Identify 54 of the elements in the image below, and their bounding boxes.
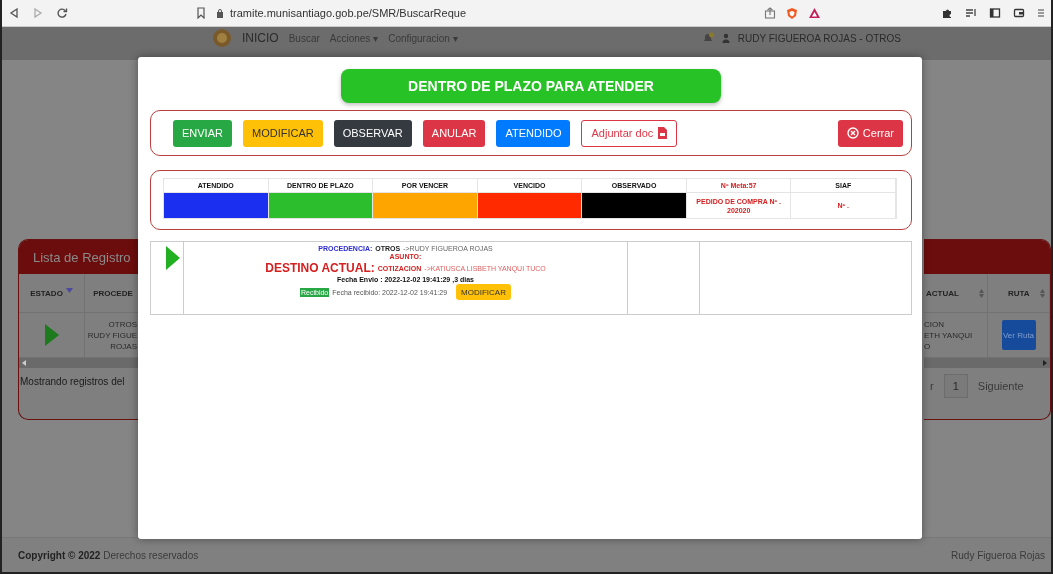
page-button[interactable]: 1 (943, 374, 968, 398)
bookmark-icon[interactable] (196, 7, 206, 19)
logo-icon[interactable] (212, 28, 232, 48)
column-header[interactable]: PROCEDE (85, 274, 141, 312)
share-icon[interactable] (764, 7, 776, 19)
back-icon[interactable] (8, 7, 20, 19)
sort-icon[interactable] (1040, 288, 1045, 298)
user-menu[interactable]: RUDY FIGUEROA ROJAS - OTROS (737, 32, 901, 44)
table-info: Mostrando registros del (19, 375, 126, 387)
puzzle-icon[interactable] (941, 7, 953, 19)
forward-icon[interactable] (32, 7, 44, 19)
column-header[interactable]: RUTA (988, 274, 1050, 312)
reload-icon[interactable] (56, 7, 68, 19)
playlist-icon[interactable] (965, 7, 977, 19)
table-cell: CION ETH YANQUI O (924, 313, 988, 357)
nav-link[interactable]: INICIO (242, 31, 279, 45)
url-text[interactable]: tramite.munisantiago.gob.pe/SMR/BuscarReque (230, 7, 466, 19)
wallet-icon[interactable] (1013, 7, 1025, 19)
action-button[interactable]: MODIFICAR (242, 119, 323, 147)
bell-icon[interactable] (701, 32, 714, 44)
column-header[interactable]: ESTADO (19, 274, 85, 312)
action-button[interactable]: ANULAR (422, 119, 486, 147)
play-icon (166, 246, 180, 270)
triangle-icon[interactable] (808, 7, 821, 19)
close-icon (846, 127, 859, 139)
shield-icon[interactable] (786, 6, 798, 20)
sort-icon[interactable] (979, 288, 984, 298)
action-button[interactable]: OBSERVAR (333, 119, 412, 147)
person-icon (721, 33, 730, 43)
arrow-left-icon[interactable] (22, 360, 26, 366)
sort-icon[interactable] (65, 287, 73, 293)
status-banner: DENTRO DE PLAZO PARA ATENDER (341, 69, 721, 103)
sidebar-icon[interactable] (989, 7, 1001, 19)
action-button[interactable]: ENVIAR (173, 119, 232, 147)
modify-button[interactable]: MODIFICAR (456, 284, 511, 300)
field-label: DESTINO ACTUAL: (265, 261, 375, 275)
close-button[interactable]: Cerrar (837, 119, 903, 147)
action-button[interactable]: ATENDIDO (496, 119, 571, 147)
copyright-text: Copyright © 2022 Derechos reservados (18, 549, 199, 561)
pdf-icon (657, 127, 668, 139)
page-link[interactable]: Siguiente (977, 380, 1024, 392)
lock-icon (216, 8, 224, 18)
attach-button[interactable]: Adjuntar doc (581, 119, 678, 147)
page-link[interactable]: r (930, 380, 934, 392)
scrollbar[interactable] (924, 358, 1050, 368)
menu-icon[interactable] (1037, 7, 1045, 19)
card-title: Lista de Registro (19, 240, 141, 274)
author-text: Rudy Figueroa Rojas (951, 549, 1045, 561)
column-header[interactable]: ACTUAL (924, 274, 988, 312)
play-icon (44, 324, 59, 346)
route-button[interactable]: Ver Ruta (1001, 320, 1036, 350)
scrollbar[interactable] (19, 358, 141, 368)
arrow-right-icon[interactable] (1043, 360, 1047, 366)
table-cell-text: OTROS RUDY FIGUE ROJAS (86, 318, 138, 353)
